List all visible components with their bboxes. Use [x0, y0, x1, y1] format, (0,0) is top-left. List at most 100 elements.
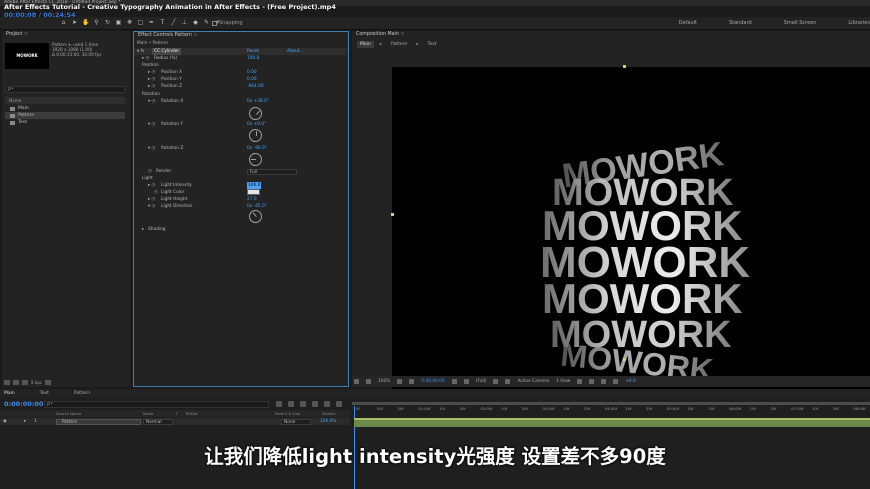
timeline-tab-pattern[interactable]: Pattern: [74, 391, 90, 396]
channel-icon[interactable]: [463, 379, 469, 384]
home-icon[interactable]: ⌂: [60, 19, 67, 27]
reset-exposure-icon[interactable]: [613, 379, 619, 384]
col-parent[interactable]: Parent & Link: [275, 410, 300, 417]
light-height-value[interactable]: 27.0: [247, 196, 257, 203]
light-direction-dial[interactable]: [249, 210, 262, 223]
draft-3d-icon[interactable]: [288, 401, 294, 407]
layer-parent-dropdown[interactable]: None: [281, 418, 311, 425]
bit-depth-label[interactable]: 8 bpc: [31, 380, 42, 385]
type-icon[interactable]: T: [159, 19, 166, 27]
workspace-standard[interactable]: Standard: [729, 20, 752, 26]
stopwatch-icon[interactable]: ▸ ◷: [142, 55, 149, 62]
light-color-swatch[interactable]: [247, 189, 260, 195]
visibility-eye-icon[interactable]: ◉: [3, 418, 7, 425]
layer-handle[interactable]: [623, 65, 626, 68]
workspace-small-screen[interactable]: Small Screen: [784, 20, 817, 26]
group-position[interactable]: Position: [134, 62, 348, 69]
resolution-dropdown[interactable]: (Full): [476, 379, 487, 384]
timeline-tab-text[interactable]: Text: [40, 391, 49, 396]
interpret-footage-icon[interactable]: [4, 379, 10, 385]
reset-link[interactable]: Reset: [247, 48, 259, 55]
snapping-toggle[interactable]: Snapping: [212, 20, 243, 26]
new-comp-icon[interactable]: [22, 379, 28, 385]
project-search-input[interactable]: ρ•: [5, 86, 125, 93]
grid-icon[interactable]: [409, 379, 415, 384]
col-stretch[interactable]: Stretch: [322, 410, 336, 417]
pan-icon[interactable]: ✥: [126, 19, 133, 27]
rotation-y-dial[interactable]: [249, 129, 262, 142]
stopwatch-icon[interactable]: ▸ ◷: [148, 69, 155, 76]
roto-icon[interactable]: ✎: [203, 19, 210, 27]
transparency-grid-icon[interactable]: [505, 379, 511, 384]
new-folder-icon[interactable]: [13, 379, 19, 385]
project-column-name[interactable]: Name: [5, 97, 125, 104]
frame-blend-icon[interactable]: [312, 401, 318, 407]
comp-mini-flowchart-icon[interactable]: [276, 401, 282, 407]
motion-blur-icon[interactable]: [324, 401, 330, 407]
zoom-dropdown[interactable]: 100%: [378, 379, 390, 384]
stopwatch-icon[interactable]: ▾ ◷: [148, 203, 155, 210]
layer-handle[interactable]: [391, 213, 394, 216]
stamp-icon[interactable]: ⊥: [181, 19, 188, 27]
col-t[interactable]: T: [175, 410, 177, 417]
always-preview-icon[interactable]: [354, 379, 359, 384]
composition-header[interactable]: Composition Main ≡: [352, 31, 870, 39]
timeline-search-input[interactable]: ρ•: [44, 401, 269, 408]
light-direction-value[interactable]: 0x -45.0°: [247, 203, 267, 210]
expand-icon[interactable]: ▸: [142, 226, 144, 233]
tab-pattern[interactable]: Pattern: [388, 41, 410, 48]
workspace-default[interactable]: Default: [679, 20, 697, 26]
views-dropdown[interactable]: 1 View: [556, 379, 570, 384]
snapping-checkbox[interactable]: [212, 20, 217, 26]
zoom-icon[interactable]: ⚲: [93, 19, 100, 27]
timeline-current-time[interactable]: 0:00:00:00: [4, 400, 43, 408]
shy-icon[interactable]: [300, 401, 306, 407]
region-of-interest-icon[interactable]: [493, 379, 499, 384]
group-shading[interactable]: ▸ Shading: [134, 226, 348, 233]
stopwatch-icon[interactable]: ◷: [148, 168, 152, 175]
rotation-x-value[interactable]: 0x +38.0°: [247, 98, 269, 105]
timeline-icon[interactable]: [589, 379, 595, 384]
viewer-options-icon[interactable]: [366, 379, 371, 384]
layer-duration-bar[interactable]: [354, 420, 870, 427]
fast-previews-icon[interactable]: [577, 379, 583, 384]
project-item-main[interactable]: Main: [5, 105, 125, 112]
layer-handle[interactable]: [623, 358, 626, 361]
position-x-value[interactable]: 0.00: [247, 69, 257, 76]
stopwatch-icon[interactable]: ▸ ◷: [148, 182, 155, 189]
graph-editor-icon[interactable]: [336, 401, 342, 407]
col-source-name[interactable]: Source Name: [56, 410, 81, 417]
stopwatch-icon[interactable]: ▸ ◷: [148, 76, 155, 83]
stopwatch-icon[interactable]: ▾ ◷: [148, 121, 155, 128]
tab-main[interactable]: Main: [357, 41, 374, 48]
timeline-tab-main[interactable]: Main: [4, 391, 15, 396]
camera-dropdown[interactable]: Active Camera: [517, 379, 549, 384]
light-intensity-value[interactable]: 100.0: [247, 182, 262, 189]
rotation-z-value[interactable]: 0x -90.0°: [247, 145, 267, 152]
tab-text[interactable]: Text: [424, 41, 439, 48]
flowchart-icon[interactable]: [601, 379, 607, 384]
layer-stretch-value[interactable]: 100.0%: [320, 418, 336, 425]
position-y-value[interactable]: 0.00: [247, 76, 257, 83]
rotation-z-dial[interactable]: [249, 153, 262, 166]
safe-margins-icon[interactable]: [397, 379, 403, 384]
select-icon[interactable]: ➤: [71, 19, 78, 27]
about-link[interactable]: About...: [287, 48, 304, 55]
position-z-value[interactable]: -944.00: [247, 83, 264, 90]
trash-icon[interactable]: [45, 379, 52, 385]
snapshot-icon[interactable]: [451, 379, 457, 384]
camera-icon[interactable]: ▣: [115, 19, 122, 27]
project-panel-header[interactable]: Project ≡: [2, 31, 130, 39]
stopwatch-icon[interactable]: ▸ ◷: [148, 83, 155, 90]
radius-value[interactable]: 100.0: [247, 55, 259, 62]
stopwatch-icon[interactable]: ▾ ◷: [148, 98, 155, 105]
effect-cc-cylinder[interactable]: ▾ fx CC Cylinder Reset About...: [134, 48, 348, 55]
col-mode[interactable]: Mode: [143, 410, 153, 417]
work-area-bar[interactable]: [352, 402, 870, 405]
rect-icon[interactable]: □: [137, 19, 144, 27]
effect-toggle-icon[interactable]: ▾ fx: [137, 48, 145, 55]
rotation-x-dial[interactable]: [249, 107, 262, 120]
layer-name[interactable]: Pattern: [56, 418, 141, 425]
expand-layer-icon[interactable]: ▸: [24, 418, 26, 425]
project-item-text[interactable]: Text: [5, 119, 125, 126]
